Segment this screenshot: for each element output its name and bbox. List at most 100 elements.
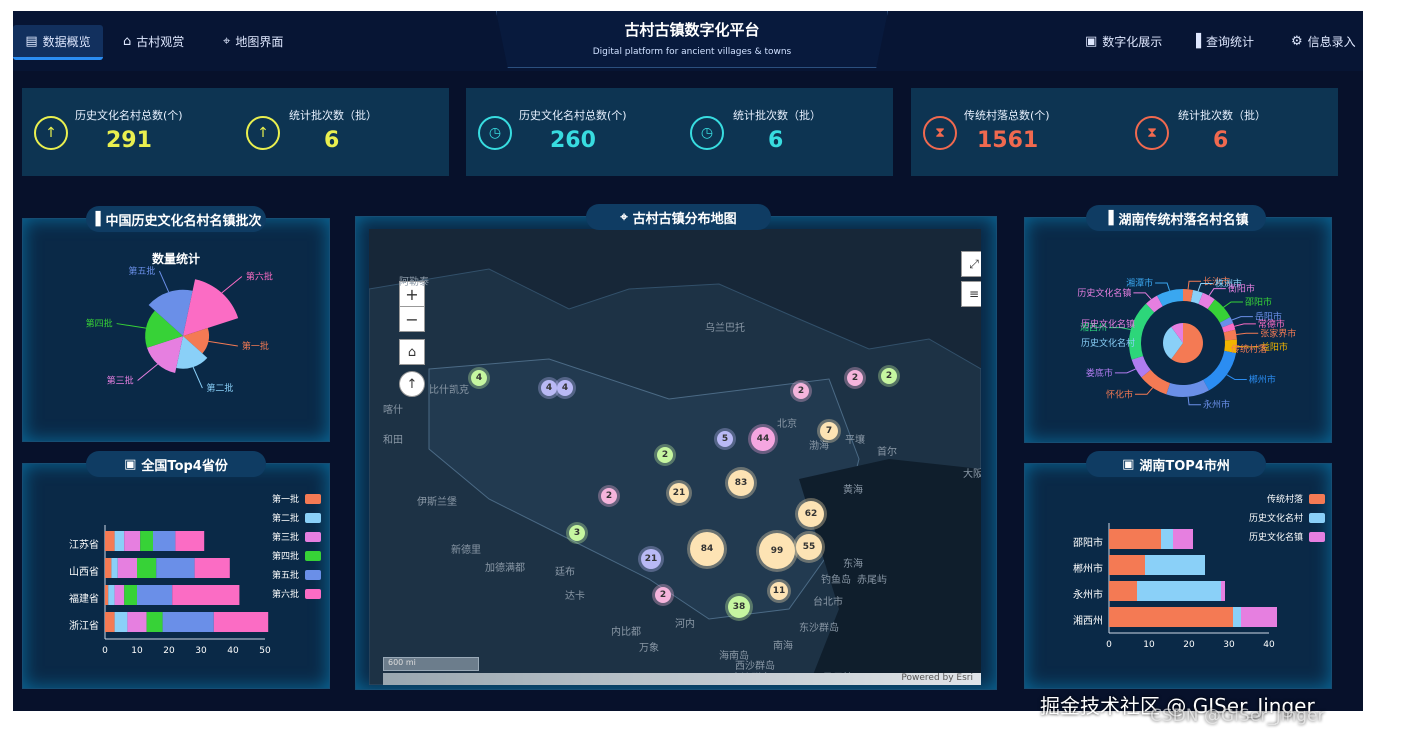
bar-category-label: 郴州市 [1073,562,1103,575]
ring-inner-label: 历史文化名镇 [1081,318,1135,330]
map-attribution: Powered by Esri [901,673,973,683]
zoom-out-button[interactable]: − [399,306,425,332]
ring-label-line [1208,288,1226,296]
map-cluster[interactable]: 4 [471,370,487,386]
map-cluster[interactable]: 5 [717,431,733,447]
stat-card-3: ⧗ 传统村落总数(个) 1561 ⧗ 统计批次数（批） 6 [911,88,1338,176]
x-tick-label: 20 [163,646,175,656]
map-cluster[interactable]: 2 [601,488,617,504]
map-cluster[interactable]: 21 [641,549,661,569]
ring-inner-label: 历史文化名村 [1081,337,1135,349]
map-cluster[interactable]: 2 [657,447,673,463]
stat-value: 6 [768,128,784,153]
map-cluster[interactable]: 4 [557,380,573,396]
map-pin-icon: ⌖ [620,209,628,225]
app-window: ▤ 数据概览 ⌂ 古村观赏 ⌖ 地图界面 古村古镇数字化平台 Digital plat… [13,11,1363,711]
ring-label: 邵阳市 [1245,296,1272,308]
bar-category-label: 福建省 [69,592,99,605]
bar-category-label: 浙江省 [69,619,99,632]
nav-map[interactable]: ⌖ 地图界面 [223,25,283,57]
legend-swatch [1309,532,1325,542]
bar-segment [1221,581,1225,601]
legend-label: 历史文化名村 [1249,512,1303,524]
bar-segment [172,585,240,605]
bar-segment [1173,529,1193,549]
nav-info-entry[interactable]: ⚙ 信息录入 [1291,25,1356,57]
ring-label-line [1155,282,1171,291]
city-panel-title: ▣ 湖南TOP4市州 [1086,451,1266,477]
map-cluster[interactable]: 44 [751,427,775,451]
ring-label-line [1223,301,1244,308]
nav-digital-display[interactable]: ▣ 数字化展示 [1085,25,1162,57]
scale-bar: 600 mi [383,657,479,671]
map-cluster[interactable]: 21 [669,483,689,503]
bar-segment [124,585,137,605]
map-cluster[interactable]: 83 [728,470,754,496]
upload-circle-icon: ↑ [246,116,280,150]
bar-segment [1109,607,1233,627]
map-view[interactable]: + − ⌂ ↑ ⤢ ≡ 阿勒泰 乌兰巴托 比什凯克 喀什 和田 伊斯兰堡 新德里… [369,229,981,685]
map-cluster[interactable]: 7 [820,422,838,440]
layer-list-icon[interactable]: ≡ [961,281,981,307]
pie-label: 第二批 [206,382,233,394]
map-cluster[interactable]: 2 [881,368,897,384]
bar-segment [153,531,176,551]
map-cluster[interactable]: 2 [793,383,809,399]
bar-segment [111,558,118,578]
bar-chart-icon: ▐ [90,211,101,227]
bar-segment [162,612,214,632]
title-box: 古村古镇数字化平台 Digital platform for ancient v… [496,11,888,68]
map-cluster[interactable]: 2 [847,370,863,386]
bar-segment [105,585,109,605]
pie-label-line [137,363,158,381]
bar-segment [117,558,137,578]
stat-value: 1561 [977,128,1039,153]
bar-segment [194,558,230,578]
nav-village-view[interactable]: ⌂ 古村观赏 [123,25,184,57]
map-panel-title: ⌖ 古村古镇分布地图 [586,204,771,230]
home-icon[interactable]: ⌂ [399,339,425,365]
province-panel: 江苏省 山西省 福建省 浙江省 0 10 20 30 40 50 第一批 第二批 第三批 第四批 第五批 第六… [22,463,330,689]
map-cluster[interactable]: 3 [569,525,585,541]
nav-query-stats[interactable]: ▐ 查询统计 [1191,25,1254,57]
legend-swatch [305,551,321,561]
map-cluster[interactable]: 84 [690,532,724,566]
ring-label: 湘潭市 [1126,277,1153,289]
ring-label: 常德市 [1258,318,1285,330]
ring-outer-slice [1203,350,1237,391]
legend-swatch [305,532,321,542]
map-cluster[interactable]: 2 [655,587,671,603]
compass-icon[interactable]: ↑ [399,371,425,397]
legend-swatch [305,494,321,504]
map-cluster[interactable]: 99 [759,533,795,569]
map-cluster[interactable]: 11 [770,582,788,600]
pie-label: 第四批 [86,318,113,330]
dashboard-icon: ▤ [25,33,38,49]
ring-outer-slice [1166,379,1210,397]
bar-segment [1109,529,1161,549]
clock-circle-icon: ◷ [690,116,724,150]
bar-segment [1161,529,1173,549]
stat-value: 6 [1213,128,1229,153]
map-attribution-bar [383,673,981,685]
display-icon: ▣ [1085,33,1098,49]
map-cluster[interactable]: 4 [541,380,557,396]
stat-value: 260 [550,128,596,153]
monitor-icon: ▣ [124,456,137,472]
ring-label: 张家界市 [1260,327,1296,339]
x-tick-label: 30 [195,646,207,656]
fullscreen-icon[interactable]: ⤢ [961,251,981,277]
nav-data-overview[interactable]: ▤ 数据概览 [13,25,103,60]
map-cluster[interactable]: 38 [728,596,750,618]
bar-segment [114,585,125,605]
bar-segment [1233,607,1241,627]
map-cluster[interactable]: 62 [798,501,824,527]
ring-label: 历史文化名镇 [1077,287,1131,299]
pie-label-line [208,340,238,347]
bar-segment [1109,581,1137,601]
batch-pie-chart: 数量统计第一批第二批 第三批 第四批 第五批第六批 [86,251,273,394]
ring-label: 郴州市 [1249,373,1276,385]
bar-category-label: 邵阳市 [1073,536,1103,549]
map-cluster[interactable]: 55 [796,534,822,560]
bar-segment [213,612,269,632]
